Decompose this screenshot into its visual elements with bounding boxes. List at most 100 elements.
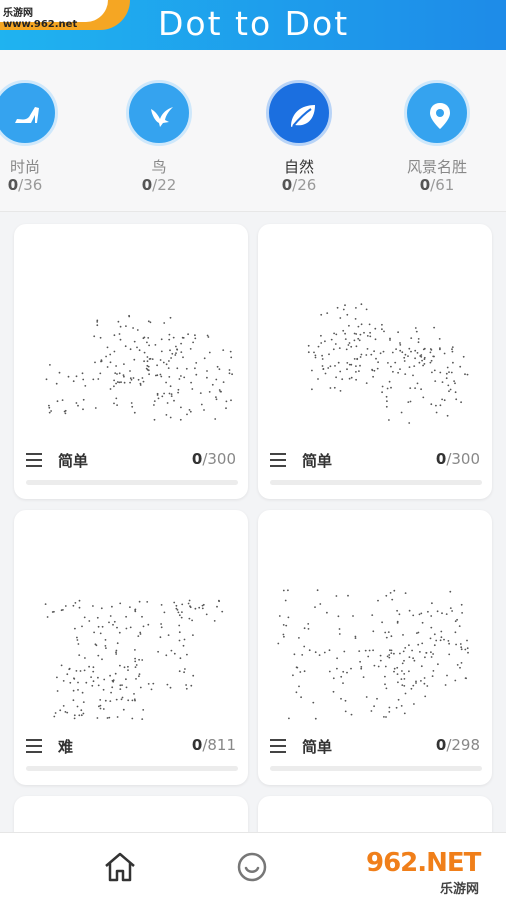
- dot: [336, 657, 338, 660]
- dot: [62, 705, 65, 707]
- dot: [127, 669, 129, 671]
- category-item-scenery[interactable]: 风景名胜 0/61: [392, 80, 482, 200]
- dot: [403, 678, 406, 680]
- dot: [171, 352, 174, 355]
- dot: [388, 419, 390, 421]
- dot: [348, 324, 350, 327]
- dot: [443, 352, 446, 355]
- dot: [372, 630, 375, 633]
- bird-icon: [151, 107, 173, 127]
- dot: [343, 650, 346, 653]
- dot: [400, 411, 403, 414]
- dot: [154, 344, 157, 346]
- dot: [216, 605, 218, 608]
- dot: [67, 375, 70, 378]
- puzzle-card[interactable]: 简单 0/300: [258, 224, 492, 499]
- dot: [359, 364, 361, 367]
- dot: [379, 659, 382, 662]
- dot: [337, 615, 340, 618]
- dot: [456, 618, 458, 621]
- dot: [407, 401, 410, 403]
- dot: [424, 656, 426, 659]
- dot: [355, 371, 357, 373]
- dot: [344, 710, 347, 713]
- dot: [439, 371, 442, 374]
- dot: [454, 679, 457, 682]
- dot: [284, 599, 287, 602]
- dot: [414, 327, 417, 329]
- dot: [82, 408, 84, 411]
- dot: [134, 657, 136, 660]
- dot: [381, 391, 383, 394]
- puzzle-card[interactable]: 简单 0/300: [14, 224, 248, 499]
- dot: [49, 364, 51, 366]
- category-item-fashion[interactable]: 时尚 0/36: [0, 80, 70, 200]
- dot: [138, 658, 140, 661]
- home-icon[interactable]: [103, 851, 137, 883]
- dot: [383, 716, 385, 718]
- dot: [365, 696, 368, 698]
- dot: [446, 414, 449, 417]
- dot: [413, 659, 416, 662]
- dot: [159, 636, 162, 639]
- dot: [54, 712, 57, 714]
- dot: [386, 400, 388, 403]
- smiley-icon[interactable]: [236, 851, 268, 883]
- difficulty-label: 简单: [58, 452, 89, 470]
- dot: [388, 380, 391, 383]
- dot: [386, 655, 389, 658]
- dot: [390, 386, 392, 389]
- dot: [313, 351, 315, 354]
- dot: [346, 368, 348, 371]
- dot: [393, 667, 396, 670]
- dot: [441, 398, 443, 401]
- dot: [99, 632, 102, 635]
- dot: [129, 626, 132, 629]
- difficulty-icon: [270, 453, 286, 467]
- dot: [156, 394, 159, 396]
- dot: [350, 713, 353, 716]
- dot: [371, 614, 374, 616]
- category-strip[interactable]: 时尚 0/36 鸟 0/22 自然 0/26 风景名胜 0/61: [0, 50, 506, 212]
- dot: [429, 361, 432, 364]
- dot: [419, 651, 421, 653]
- dot: [344, 332, 346, 335]
- dot: [92, 680, 95, 683]
- category-item-nature[interactable]: 自然 0/26: [254, 80, 344, 200]
- category-item-birds[interactable]: 鸟 0/22: [114, 80, 204, 200]
- dot: [287, 616, 290, 619]
- dot: [195, 362, 198, 364]
- puzzle-card[interactable]: 简单 0/298: [258, 510, 492, 785]
- dot: [123, 666, 126, 669]
- dot: [417, 338, 420, 340]
- dot: [466, 639, 468, 642]
- dot: [355, 333, 358, 335]
- dot: [218, 599, 220, 602]
- dot: [203, 409, 205, 411]
- dot: [48, 411, 51, 414]
- dot: [422, 396, 425, 399]
- dot: [99, 707, 102, 710]
- difficulty-icon: [270, 739, 286, 753]
- dot: [97, 684, 100, 687]
- puzzle-card[interactable]: 难 0/811: [14, 510, 248, 785]
- difficulty-label: 难: [58, 738, 74, 756]
- dot: [399, 344, 402, 346]
- dot: [359, 356, 362, 358]
- dot: [435, 639, 438, 642]
- dot: [455, 398, 458, 401]
- dot: [185, 367, 188, 370]
- dot: [420, 612, 423, 615]
- dot: [381, 621, 383, 624]
- dot: [130, 378, 133, 381]
- dot: [90, 676, 92, 678]
- dot: [134, 666, 137, 668]
- dot: [101, 625, 104, 628]
- dot: [203, 357, 206, 360]
- dot: [398, 613, 401, 616]
- dot: [347, 594, 349, 597]
- dot: [439, 347, 441, 349]
- dot: [391, 598, 394, 601]
- dot: [445, 377, 448, 380]
- dot: [423, 682, 426, 685]
